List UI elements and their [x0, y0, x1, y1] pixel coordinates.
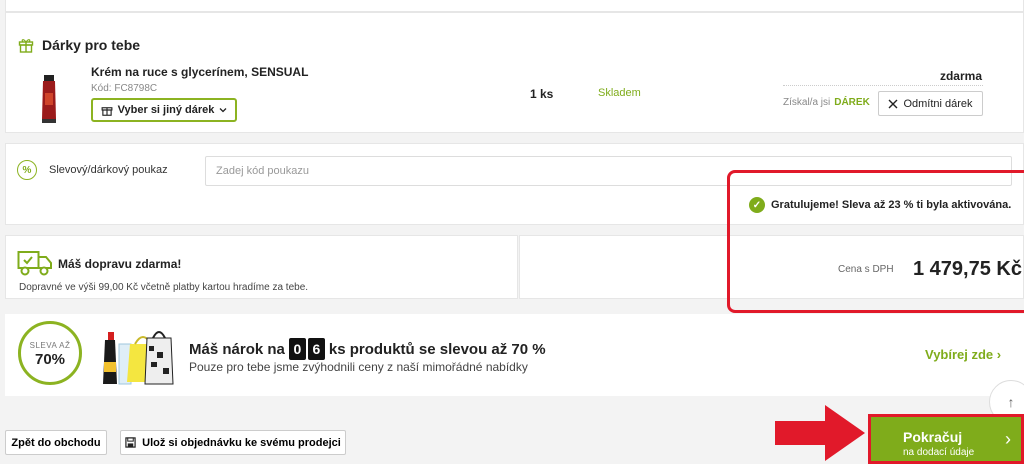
- divider: [783, 85, 983, 86]
- close-icon: [888, 99, 898, 108]
- percent-icon: %: [17, 160, 37, 180]
- gift-earned-value: DÁREK: [834, 97, 870, 108]
- badge-percent: 70%: [34, 351, 66, 368]
- coupon-label: Slevový/dárkový poukaz: [49, 164, 168, 176]
- previous-panel-edge: [5, 0, 1024, 12]
- refuse-gift-button[interactable]: Odmítni dárek: [878, 91, 983, 116]
- product-name[interactable]: Krém na ruce s glycerínem, SENSUAL: [91, 65, 308, 79]
- back-to-shop-button[interactable]: Zpět do obchodu: [5, 430, 107, 455]
- highlight-box: [727, 170, 1024, 313]
- save-order-label: Ulož si objednávku ke svému prodejci: [142, 436, 341, 449]
- red-arrow-annotation: [775, 405, 865, 461]
- choose-here-link[interactable]: Vybírej zde ›: [925, 347, 1001, 362]
- discount-badge: SLEVA AŽ 70%: [18, 321, 82, 385]
- gift-icon: [101, 107, 113, 116]
- promo-products-image: [103, 331, 174, 385]
- product-code: Kód: FC8798C: [91, 83, 158, 94]
- shipping-title: Máš dopravu zdarma!: [58, 257, 182, 271]
- free-shipping-panel: Máš dopravu zdarma! Dopravné ve výši 99,…: [5, 235, 518, 299]
- chevron-right-icon: ›: [1005, 429, 1011, 449]
- promo-banner: SLEVA AŽ 70% Máš nárok na 0 6 ks produkt…: [5, 314, 1024, 396]
- gifts-panel: Dárky pro tebe Krém na ruce s glycerínem…: [5, 12, 1024, 133]
- continue-sublabel: na dodací údaje: [903, 447, 975, 458]
- badge-caption: SLEVA AŽ: [29, 341, 71, 350]
- gifts-title: Dárky pro tebe: [42, 37, 141, 53]
- shipping-subtitle: Dopravné ve výši 99,00 Kč včetně platby …: [19, 282, 309, 293]
- truck-icon: [17, 251, 52, 276]
- continue-button[interactable]: Pokračuj na dodací údaje ›: [868, 414, 1024, 464]
- gift-icon: [18, 39, 34, 53]
- promo-title-prefix: Máš nárok na: [189, 340, 285, 358]
- refuse-gift-label: Odmítni dárek: [903, 97, 973, 110]
- promo-title: Máš nárok na 0 6 ks produktů se slevou a…: [189, 338, 546, 360]
- gift-price: zdarma: [939, 69, 982, 83]
- gift-earned-text: Získal/a jsi DÁREK: [783, 97, 870, 108]
- choose-other-gift-label: Vyber si jiný dárek: [117, 104, 215, 116]
- gift-earned-label: Získal/a jsi: [783, 97, 831, 108]
- promo-title-suffix: ks produktů se slevou až 70 %: [328, 340, 546, 358]
- chevron-down-icon: [219, 108, 227, 113]
- continue-label: Pokračuj: [903, 429, 963, 445]
- counter-digit: 0: [288, 338, 306, 360]
- gift-stock-status: Skladem: [598, 87, 641, 99]
- arrow-up-icon: ↑: [1007, 394, 1015, 410]
- promo-counter: 0 6: [288, 338, 325, 360]
- gifts-heading: Dárky pro tebe: [18, 37, 140, 53]
- save-order-button[interactable]: Ulož si objednávku ke svému prodejci: [120, 430, 346, 455]
- choose-other-gift-button[interactable]: Vyber si jiný dárek: [91, 98, 237, 122]
- gift-quantity: 1 ks: [530, 87, 554, 101]
- product-image: [42, 75, 56, 123]
- promo-subtitle: Pouze pro tebe jsme zvýhodnili ceny z na…: [189, 360, 528, 374]
- save-icon: [125, 437, 136, 448]
- counter-digit: 6: [307, 338, 325, 360]
